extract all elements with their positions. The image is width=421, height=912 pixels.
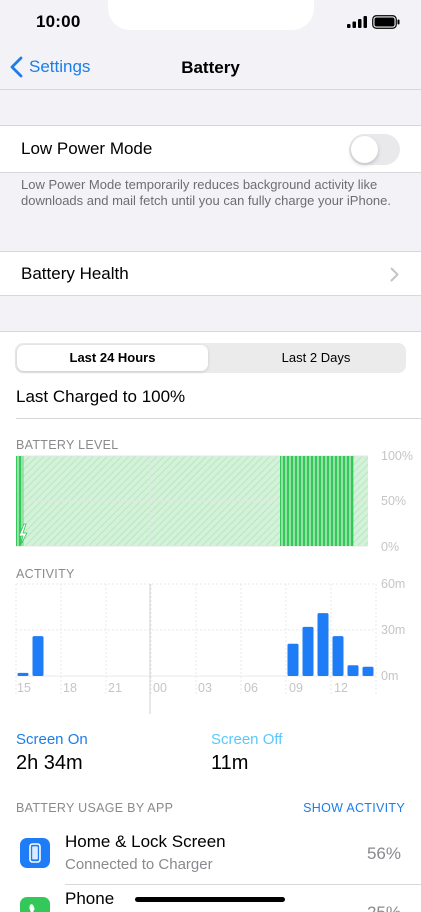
status-time: 10:00 [36, 12, 81, 31]
screen-on-label: Screen On [16, 731, 88, 748]
app-percentage: 25% [367, 903, 401, 912]
time-range-segmented-control: Last 24 Hours Last 2 Days [15, 343, 406, 373]
battery-y-tick-0: 0% [381, 540, 400, 554]
phone-handset-icon [20, 897, 50, 912]
chevron-right-icon [390, 267, 399, 282]
activity-bar [347, 665, 359, 676]
cellular-signal-icon [347, 16, 367, 28]
screen-off-label: Screen Off [211, 731, 283, 748]
battery-level-chart [16, 455, 368, 547]
activity-x-tick: 06 [244, 681, 258, 695]
phone-screen-icon [20, 838, 50, 868]
activity-x-tick: 09 [289, 681, 303, 695]
nav-separator [0, 89, 421, 90]
divider [16, 418, 421, 419]
battery-status-icon [372, 15, 400, 29]
battery-y-tick-100: 100% [381, 449, 413, 463]
activity-y-tick-30: 30m [381, 623, 406, 637]
tab-last-24-hours[interactable]: Last 24 Hours [17, 345, 208, 371]
app-subtitle: Connected to Charger [65, 856, 213, 873]
activity-x-tick: 12 [334, 681, 348, 695]
low-power-mode-row: Low Power Mode [0, 125, 421, 173]
battery-health-row[interactable]: Battery Health [0, 251, 421, 296]
status-bar: 10:00 [0, 0, 421, 46]
home-indicator[interactable] [135, 897, 285, 902]
activity-x-tick: 18 [63, 681, 77, 695]
activity-chart [15, 583, 377, 714]
activity-y-tick-0: 0m [381, 669, 399, 683]
low-power-mode-toggle[interactable] [349, 134, 400, 165]
screen-off-value: 11m [211, 752, 249, 774]
activity-bar [362, 666, 374, 676]
battery-usage-by-app-header: BATTERY USAGE BY APP [16, 801, 174, 815]
activity-x-tick: 03 [198, 681, 212, 695]
navigation-bar: Settings Battery [0, 46, 421, 90]
activity-bar [302, 626, 314, 676]
activity-x-tick: 15 [17, 681, 31, 695]
activity-y-tick-60: 60m [381, 577, 406, 591]
app-name: Phone [65, 889, 115, 908]
show-activity-button[interactable]: SHOW ACTIVITY [303, 801, 405, 815]
activity-bar [317, 613, 329, 676]
tab-last-2-days[interactable]: Last 2 Days [228, 345, 404, 371]
activity-bar [32, 636, 44, 676]
app-name: Home & Lock Screen [65, 832, 226, 851]
page-title: Battery [181, 58, 240, 77]
activity-bar [287, 643, 299, 676]
battery-health-label: Battery Health [21, 264, 129, 283]
toggle-knob [351, 136, 378, 163]
activity-x-tick: 00 [153, 681, 167, 695]
activity-bar [332, 636, 344, 676]
activity-bar [17, 672, 29, 676]
app-percentage: 56% [366, 844, 401, 863]
last-charged-text: Last Charged to 100% [16, 387, 186, 406]
app-usage-row[interactable]: Home & Lock Screen Connected to Charger … [0, 822, 421, 884]
notch [108, 0, 314, 30]
screen-on-value: 2h 34m [16, 752, 83, 774]
battery-y-tick-50: 50% [381, 494, 407, 508]
activity-x-tick: 21 [108, 681, 122, 695]
low-power-mode-label: Low Power Mode [21, 139, 153, 158]
low-power-mode-footnote: Low Power Mode temporarily reduces backg… [21, 177, 391, 208]
